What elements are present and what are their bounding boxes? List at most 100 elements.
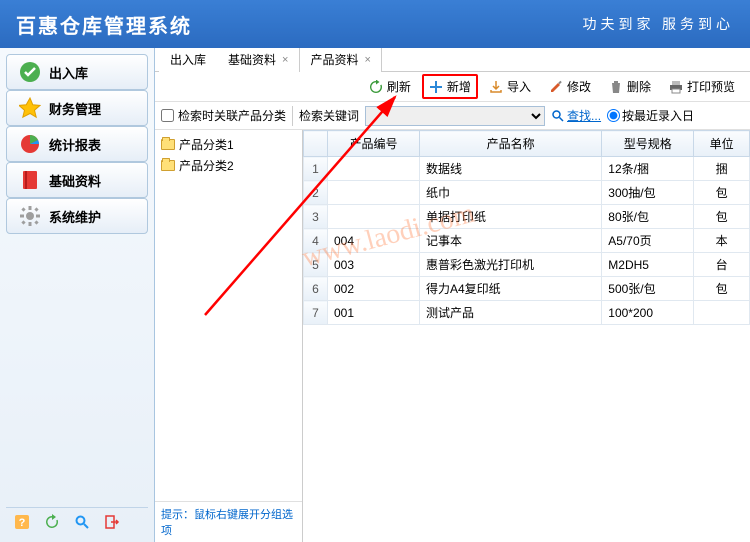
product-table-pane: 产品编号产品名称型号规格单位 1 数据线12条/捆捆2纸巾300抽/包包3单据打印… bbox=[303, 130, 750, 542]
table-row[interactable]: 6002得力A4复印纸500张/包包 bbox=[304, 277, 750, 301]
cell-spec: 12条/捆 bbox=[602, 157, 694, 181]
tab-label: 产品资料 bbox=[310, 51, 358, 68]
exit-icon[interactable] bbox=[104, 514, 120, 530]
table-row[interactable]: 1 数据线12条/捆捆 bbox=[304, 157, 750, 181]
recent-radio-input[interactable] bbox=[607, 109, 620, 122]
cell-code bbox=[328, 181, 420, 205]
cell-name: 纸巾 bbox=[419, 181, 601, 205]
import-icon bbox=[489, 80, 503, 94]
refresh-label: 刷新 bbox=[387, 78, 411, 95]
column-header[interactable]: 产品编号 bbox=[328, 131, 420, 157]
search-link[interactable]: 查找... bbox=[551, 107, 601, 124]
delete-button[interactable]: 删除 bbox=[602, 74, 658, 99]
cell-spec: 500张/包 bbox=[602, 277, 694, 301]
cell-unit: 包 bbox=[694, 277, 750, 301]
row-number: 7 bbox=[304, 301, 328, 325]
app-slogan: 功夫到家 服务到心 bbox=[583, 14, 735, 34]
refresh-button[interactable]: 刷新 bbox=[362, 74, 418, 99]
row-number: 3 bbox=[304, 205, 328, 229]
cell-spec: M2DH5 bbox=[602, 253, 694, 277]
folder-icon bbox=[161, 139, 175, 150]
close-icon[interactable]: × bbox=[282, 54, 288, 66]
app-header: 百惠仓库管理系统 功夫到家 服务到心 bbox=[0, 0, 750, 48]
refresh-icon bbox=[369, 80, 383, 94]
row-number: 5 bbox=[304, 253, 328, 277]
cell-spec: A5/70页 bbox=[602, 229, 694, 253]
tree-node[interactable]: 产品分类1 bbox=[161, 134, 296, 155]
nav-pie[interactable]: 统计报表 bbox=[6, 126, 148, 162]
refresh-icon[interactable] bbox=[44, 514, 60, 530]
svg-text:?: ? bbox=[19, 517, 26, 529]
keyword-label: 检索关键词 bbox=[299, 107, 359, 124]
delete-icon bbox=[609, 80, 623, 94]
close-icon[interactable]: × bbox=[364, 54, 370, 66]
cell-name: 得力A4复印纸 bbox=[419, 277, 601, 301]
nav-star[interactable]: 财务管理 bbox=[6, 90, 148, 126]
table-row[interactable]: 5003惠普彩色激光打印机M2DH5台 bbox=[304, 253, 750, 277]
edit-icon bbox=[549, 80, 563, 94]
cell-name: 数据线 bbox=[419, 157, 601, 181]
table-row[interactable]: 3单据打印纸80张/包包 bbox=[304, 205, 750, 229]
recent-radio[interactable]: 按最近录入日 bbox=[607, 107, 694, 124]
search-icon bbox=[551, 109, 565, 123]
row-number: 6 bbox=[304, 277, 328, 301]
column-header[interactable]: 型号规格 bbox=[602, 131, 694, 157]
nav-book[interactable]: 基础资料 bbox=[6, 162, 148, 198]
folder-icon bbox=[161, 160, 175, 171]
row-number: 1 bbox=[304, 157, 328, 181]
app-title: 百惠仓库管理系统 bbox=[16, 10, 192, 39]
check-circle-icon bbox=[19, 61, 41, 83]
add-button[interactable]: 新增 bbox=[422, 74, 478, 99]
cascade-checkbox[interactable]: 检索时关联产品分类 bbox=[161, 107, 286, 124]
book-icon bbox=[19, 169, 41, 191]
tab[interactable]: 产品资料 × bbox=[299, 48, 381, 72]
keyword-select[interactable] bbox=[365, 106, 545, 126]
tab[interactable]: 基础资料 × bbox=[217, 48, 299, 72]
cell-code bbox=[328, 205, 420, 229]
print-button[interactable]: 打印预览 bbox=[662, 74, 742, 99]
delete-label: 删除 bbox=[627, 78, 651, 95]
column-header[interactable]: 单位 bbox=[694, 131, 750, 157]
recent-label: 按最近录入日 bbox=[622, 107, 694, 124]
cell-unit: 台 bbox=[694, 253, 750, 277]
tab-label: 基础资料 bbox=[228, 51, 276, 68]
nav-label: 统计报表 bbox=[49, 135, 101, 154]
column-header[interactable]: 产品名称 bbox=[419, 131, 601, 157]
nav-label: 出入库 bbox=[49, 63, 88, 82]
category-tree: 产品分类1 产品分类2 bbox=[155, 130, 302, 501]
edit-button[interactable]: 修改 bbox=[542, 74, 598, 99]
tree-node-label: 产品分类1 bbox=[179, 136, 234, 153]
tab[interactable]: 出入库 bbox=[159, 48, 217, 72]
tree-node[interactable]: 产品分类2 bbox=[161, 155, 296, 176]
row-number: 4 bbox=[304, 229, 328, 253]
cell-unit: 本 bbox=[694, 229, 750, 253]
cell-name: 测试产品 bbox=[419, 301, 601, 325]
add-label: 新增 bbox=[447, 78, 471, 95]
search-icon[interactable] bbox=[74, 514, 90, 530]
gear-icon bbox=[19, 205, 41, 227]
cell-name: 惠普彩色激光打印机 bbox=[419, 253, 601, 277]
table-row[interactable]: 7001测试产品100*200 bbox=[304, 301, 750, 325]
print-icon bbox=[669, 80, 683, 94]
cascade-checkbox-input[interactable] bbox=[161, 109, 174, 122]
import-button[interactable]: 导入 bbox=[482, 74, 538, 99]
help-icon[interactable]: ? bbox=[14, 514, 30, 530]
cell-unit: 捆 bbox=[694, 157, 750, 181]
edit-label: 修改 bbox=[567, 78, 591, 95]
nav-label: 系统维护 bbox=[49, 207, 101, 226]
nav-gear[interactable]: 系统维护 bbox=[6, 198, 148, 234]
cell-code: 001 bbox=[328, 301, 420, 325]
rownum-header bbox=[304, 131, 328, 157]
cell-spec: 100*200 bbox=[602, 301, 694, 325]
nav-check-circle[interactable]: 出入库 bbox=[6, 54, 148, 90]
print-label: 打印预览 bbox=[687, 78, 735, 95]
cell-unit: 包 bbox=[694, 181, 750, 205]
cell-spec: 300抽/包 bbox=[602, 181, 694, 205]
tree-pane: 产品分类1产品分类2 提示：鼠标右键展开分组选项 bbox=[155, 130, 303, 542]
table-row[interactable]: 4004记事本A5/70页本 bbox=[304, 229, 750, 253]
star-icon bbox=[19, 97, 41, 119]
cell-spec: 80张/包 bbox=[602, 205, 694, 229]
nav-label: 财务管理 bbox=[49, 99, 101, 118]
import-label: 导入 bbox=[507, 78, 531, 95]
table-row[interactable]: 2纸巾300抽/包包 bbox=[304, 181, 750, 205]
